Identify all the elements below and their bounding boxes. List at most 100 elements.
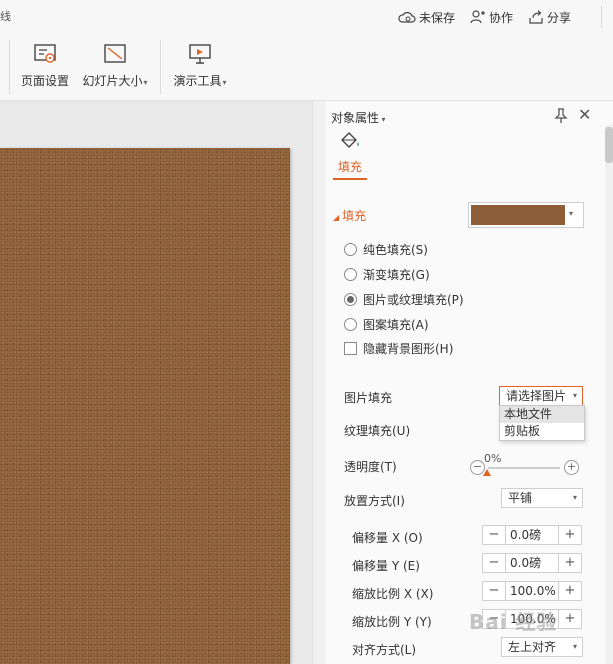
plus-icon[interactable]: +	[559, 610, 581, 628]
placement-label: 放置方式(I)	[344, 494, 405, 508]
transparency-slider[interactable]: − 0% +	[470, 452, 580, 478]
offset-y-label: 偏移量 Y (E)	[352, 559, 420, 573]
panel-splitter[interactable]	[312, 101, 326, 664]
panel-title: 对象属性	[331, 111, 380, 125]
minus-icon[interactable]: −	[483, 554, 505, 572]
plus-icon[interactable]: +	[559, 554, 581, 572]
plus-icon[interactable]: +	[559, 582, 581, 600]
transparency-value: 0%	[484, 452, 502, 465]
slide-size-button[interactable]: 幻灯片大小▾	[78, 38, 152, 94]
ribbon-toolbar: 页面设置 幻灯片大小▾ 演示工具▾	[0, 34, 613, 101]
fill-section-label: 填充	[342, 209, 367, 223]
checkbox[interactable]	[344, 341, 357, 355]
radio-button[interactable]	[344, 317, 357, 331]
picture-source-menu: 本地文件 剪贴板	[499, 405, 585, 441]
scale-x-value[interactable]: 100.0%	[505, 582, 559, 600]
offset-x-label: 偏移量 X (O)	[352, 531, 423, 545]
slider-track[interactable]	[488, 467, 560, 469]
placement-dropdown[interactable]: 平铺 ▾	[501, 488, 583, 508]
truncated-menu-text: 线	[0, 10, 11, 23]
page-setup-icon	[34, 44, 56, 63]
alignment-dropdown[interactable]: 左上对齐 ▾	[501, 637, 583, 657]
alignment-value: 左上对齐	[508, 640, 557, 654]
chevron-down-icon: ▾	[143, 78, 148, 87]
share-label: 分享	[547, 10, 572, 25]
top-bar: 线 未保存 协作 分享	[0, 0, 613, 34]
chevron-down-icon: ▾	[572, 642, 577, 651]
offset-x-value[interactable]: 0.0磅	[505, 526, 559, 544]
panel-scrollbar[interactable]	[605, 125, 613, 664]
scale-y-label: 缩放比例 Y (Y)	[352, 615, 432, 629]
panel-title-dropdown[interactable]: 对象属性 ▾	[331, 109, 386, 126]
transparency-label: 透明度(T)	[344, 460, 397, 474]
tab-fill-label: 填充	[337, 160, 362, 174]
minus-icon[interactable]: −	[483, 526, 505, 544]
slide-canvas[interactable]	[0, 101, 312, 664]
paint-bucket-icon	[341, 132, 359, 148]
radio-button[interactable]	[344, 267, 357, 281]
menu-item-clipboard[interactable]: 剪贴板	[500, 423, 584, 440]
triangle-collapse-icon: ◢	[333, 213, 340, 222]
object-properties-panel: 对象属性 ▾ ✕ 填充 ◢ 填充 ▾ 纯色填充(S) 渐变填充(G) 图片或纹理填…	[325, 101, 613, 664]
plus-icon[interactable]: +	[559, 526, 581, 544]
radio-label: 纯色填充(S)	[363, 242, 428, 257]
cloud-icon	[398, 12, 416, 23]
page-setup-label: 页面设置	[20, 74, 69, 88]
chevron-down-icon: ▾	[569, 209, 574, 218]
ribbon-separator	[160, 40, 161, 94]
pin-icon[interactable]	[554, 108, 568, 124]
slider-thumb[interactable]	[483, 469, 491, 476]
radio-pattern-fill[interactable]: 图案填充(A)	[344, 315, 429, 333]
offset-y-value[interactable]: 0.0磅	[505, 554, 559, 572]
fill-swatch-dropdown[interactable]: ▾	[468, 202, 584, 228]
unsaved-button[interactable]: 未保存	[398, 7, 455, 27]
radio-picture-texture-fill[interactable]: 图片或纹理填充(P)	[344, 290, 464, 308]
menu-item-local-file[interactable]: 本地文件	[500, 406, 584, 423]
picture-fill-dropdown[interactable]: 请选择图片 ▾	[499, 386, 583, 406]
collaborate-icon	[470, 10, 485, 24]
texture-fill-label: 纹理填充(U)	[344, 424, 411, 438]
presentation-tools-button[interactable]: 演示工具▾	[168, 38, 232, 94]
presentation-tools-label: 演示工具	[173, 74, 222, 88]
radio-gradient-fill[interactable]: 渐变填充(G)	[344, 265, 430, 283]
plus-icon[interactable]: +	[564, 460, 579, 475]
slide-with-leather-texture[interactable]	[0, 148, 290, 664]
offset-x-stepper[interactable]: − 0.0磅 +	[482, 525, 582, 545]
placement-value: 平铺	[508, 491, 533, 505]
checkbox-label: 隐藏背景图形(H)	[363, 341, 454, 356]
share-button[interactable]: 分享	[528, 7, 571, 27]
chevron-down-icon: ▾	[572, 493, 577, 502]
active-tab-indicator	[333, 178, 367, 180]
picture-fill-value: 请选择图片	[506, 389, 567, 403]
fill-section-header[interactable]: ◢ 填充	[333, 207, 366, 224]
slide-size-label: 幻灯片大小	[82, 74, 143, 88]
chevron-down-icon: ▾	[222, 78, 227, 87]
scale-x-label: 缩放比例 X (X)	[352, 587, 434, 601]
hide-background-checkbox[interactable]: 隐藏背景图形(H)	[344, 339, 453, 357]
radio-button-selected[interactable]	[344, 292, 357, 306]
tab-fill[interactable]: 填充	[333, 131, 367, 180]
radio-button[interactable]	[344, 242, 357, 256]
minus-icon[interactable]: −	[483, 582, 505, 600]
slide-size-icon	[104, 44, 126, 63]
chevron-down-icon: ▾	[379, 115, 386, 124]
radio-label: 图案填充(A)	[363, 317, 429, 332]
watermark: Bai 经验	[469, 610, 558, 634]
scrollbar-thumb[interactable]	[605, 127, 613, 163]
unsaved-label: 未保存	[419, 10, 456, 25]
collaborate-label: 协作	[489, 10, 514, 25]
alignment-label: 对齐方式(L)	[352, 643, 417, 657]
presentation-tools-icon	[189, 44, 211, 64]
fill-swatch	[471, 205, 565, 225]
scale-x-stepper[interactable]: − 100.0% +	[482, 581, 582, 601]
offset-y-stepper[interactable]: − 0.0磅 +	[482, 553, 582, 573]
radio-solid-fill[interactable]: 纯色填充(S)	[344, 240, 428, 258]
page-setup-button[interactable]: 页面设置	[18, 38, 72, 94]
topbar-divider	[601, 6, 602, 28]
close-icon[interactable]: ✕	[578, 107, 591, 123]
share-icon	[529, 10, 543, 24]
collaborate-button[interactable]: 协作	[470, 7, 513, 27]
picture-fill-label: 图片填充	[344, 391, 393, 405]
radio-label: 图片或纹理填充(P)	[363, 292, 464, 307]
ribbon-separator	[9, 40, 10, 94]
